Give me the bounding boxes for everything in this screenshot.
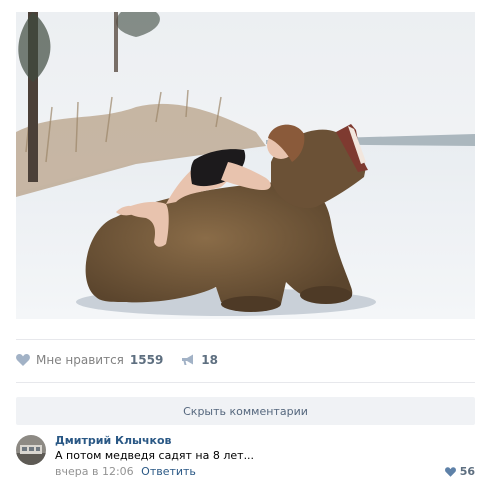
like-button[interactable]: Мне нравится 1559 [16, 353, 163, 367]
like-count: 1559 [129, 353, 164, 367]
divider-top [16, 339, 475, 340]
heart-icon [16, 354, 30, 366]
like-label: Мне нравится [36, 353, 124, 367]
bear-photo-illustration [16, 12, 475, 319]
heart-icon [444, 466, 456, 477]
post-actions: Мне нравится 1559 18 [16, 350, 218, 370]
divider-bottom [16, 382, 475, 383]
hide-comments-button[interactable]: Скрыть комментарии [16, 397, 475, 425]
avatar[interactable] [16, 435, 46, 465]
comment-time[interactable]: вчера в 12:06 [55, 465, 134, 478]
reply-link[interactable]: Ответить [141, 465, 196, 478]
comment-text: А потом медведя садят на 8 лет... [55, 449, 255, 462]
comment-like-count: 56 [459, 465, 475, 478]
avatar-image [16, 435, 46, 465]
comment-item: Дмитрий Клычков А потом медведя садят на… [16, 434, 475, 482]
post-photo[interactable] [16, 12, 475, 319]
share-count: 18 [201, 353, 218, 367]
comment-like-button[interactable]: 56 [444, 465, 475, 478]
comment-author-link[interactable]: Дмитрий Клычков [55, 434, 172, 447]
share-megaphone-icon [182, 354, 194, 365]
comment-meta: вчера в 12:06 Ответить [55, 465, 196, 478]
share-button[interactable]: 18 [181, 353, 218, 367]
